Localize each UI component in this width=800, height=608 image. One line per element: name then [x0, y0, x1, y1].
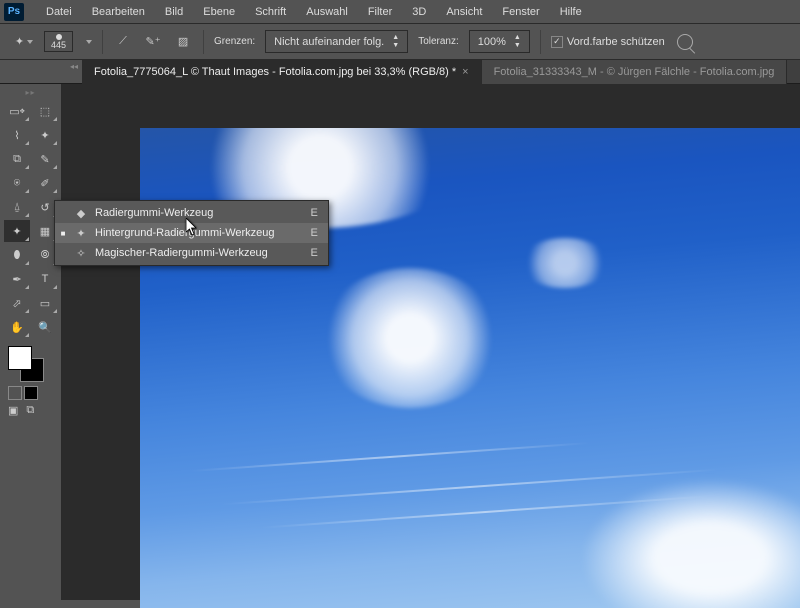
menu-bild[interactable]: Bild	[155, 0, 193, 24]
bg-eraser-icon: ✦	[73, 227, 89, 240]
divider	[540, 30, 541, 54]
divider	[102, 30, 103, 54]
menu-filter[interactable]: Filter	[358, 0, 402, 24]
limits-select[interactable]: Nicht aufeinander folg. ▲▼	[265, 30, 408, 53]
brush-preset-picker[interactable]: 445	[44, 31, 73, 52]
zoom-tool[interactable]: 🔍	[32, 316, 58, 338]
tolerance-value: 100%	[478, 36, 506, 48]
menu-ansicht[interactable]: Ansicht	[436, 0, 492, 24]
document-tab-bar: ◂◂ Fotolia_7775064_L © Thaut Images - Fo…	[0, 60, 800, 84]
divider	[203, 30, 204, 54]
bullet-icon: ■	[59, 229, 67, 238]
image-content	[580, 478, 800, 608]
flyout-shortcut: E	[311, 227, 318, 239]
document-tab-active[interactable]: Fotolia_7775064_L © Thaut Images - Fotol…	[82, 60, 482, 84]
image-content	[520, 238, 610, 288]
pen-pressure-icon[interactable]	[675, 32, 695, 52]
screen-mode-icon[interactable]: ▣	[8, 404, 18, 417]
healing-brush-tool[interactable]: ⍟	[4, 172, 30, 194]
protect-label: Vord.farbe schützen	[567, 36, 665, 48]
tolerance-label: Toleranz:	[418, 36, 459, 47]
menubar: Ps Datei Bearbeiten Bild Ebene Schrift A…	[0, 0, 800, 24]
check-icon: ✓	[553, 37, 561, 46]
current-tool-icon[interactable]: ✦	[14, 32, 34, 52]
hand-tool[interactable]: ✋	[4, 316, 30, 338]
protect-foreground-checkbox[interactable]: ✓ Vord.farbe schützen	[551, 36, 665, 48]
tab-label: Fotolia_31333343_M - © Jürgen Fälchle - …	[494, 60, 775, 84]
menu-datei[interactable]: Datei	[36, 0, 82, 24]
canvas-area	[62, 84, 800, 600]
foreground-color[interactable]	[8, 346, 32, 370]
eyedropper-tool[interactable]: ✎	[32, 148, 58, 170]
menu-auswahl[interactable]: Auswahl	[296, 0, 358, 24]
tab-handle: ◂◂	[0, 60, 82, 83]
sampling-once-icon[interactable]: ✎⁺	[143, 32, 163, 52]
lasso-tool[interactable]: ⌇	[4, 124, 30, 146]
menu-fenster[interactable]: Fenster	[492, 0, 549, 24]
crop-tool[interactable]: ⧉	[4, 148, 30, 170]
toolbox: ▸▸ ▭✥ ⬚ ⌇ ✦ ⧉ ✎ ⍟ ✐ ⍙ ↺ ✦ ▦ ⬮ ⦾ ✒ T ⬀ ▭ …	[0, 84, 62, 600]
magic-eraser-icon: ✧	[73, 247, 89, 260]
quickmask-icon[interactable]	[8, 386, 22, 400]
path-select-tool[interactable]: ⬀	[4, 292, 30, 314]
type-tool[interactable]: T	[32, 268, 58, 290]
tolerance-select[interactable]: 100% ▲▼	[469, 30, 530, 53]
flyout-label: Magischer-Radiergummi-Werkzeug	[95, 247, 305, 259]
shape-tool[interactable]: ▭	[32, 292, 58, 314]
image-content	[320, 268, 500, 408]
menu-3d[interactable]: 3D	[402, 0, 436, 24]
flyout-item-magic-eraser[interactable]: ✧ Magischer-Radiergummi-Werkzeug E	[55, 243, 328, 263]
menu-bearbeiten[interactable]: Bearbeiten	[82, 0, 155, 24]
options-bar: ✦ 445 ⟋ ✎⁺ ▨ Grenzen: Nicht aufeinander …	[0, 24, 800, 60]
brush-size-value: 445	[51, 40, 66, 50]
flyout-shortcut: E	[311, 207, 318, 219]
sampling-continuous-icon[interactable]: ⟋	[113, 32, 133, 52]
color-swatches[interactable]	[0, 340, 61, 382]
mouse-cursor-icon	[186, 218, 200, 236]
close-icon[interactable]: ×	[462, 60, 468, 84]
limits-value: Nicht aufeinander folg.	[274, 36, 384, 48]
eraser-icon: ◆	[73, 207, 89, 220]
brush-dropdown-icon[interactable]	[86, 40, 92, 44]
blur-tool[interactable]: ⬮	[4, 244, 30, 266]
app-icon: Ps	[4, 3, 24, 21]
screen-mode-alt-icon[interactable]: ⧉	[26, 404, 34, 417]
menu-ebene[interactable]: Ebene	[193, 0, 245, 24]
sampling-swatch-icon[interactable]: ▨	[173, 32, 193, 52]
tab-label: Fotolia_7775064_L © Thaut Images - Fotol…	[94, 60, 456, 84]
panel-handle-icon[interactable]: ▸▸	[0, 88, 61, 98]
quickmask-alt-icon[interactable]	[24, 386, 38, 400]
flyout-shortcut: E	[311, 247, 318, 259]
move-tool[interactable]: ▭✥	[4, 100, 30, 122]
pen-tool[interactable]: ✒	[4, 268, 30, 290]
image-content	[190, 442, 589, 472]
limits-label: Grenzen:	[214, 36, 255, 47]
workspace: ▸▸ ▭✥ ⬚ ⌇ ✦ ⧉ ✎ ⍟ ✐ ⍙ ↺ ✦ ▦ ⬮ ⦾ ✒ T ⬀ ▭ …	[0, 84, 800, 600]
eraser-tool[interactable]: ✦	[4, 220, 30, 242]
magic-wand-tool[interactable]: ✦	[32, 124, 58, 146]
marquee-tool[interactable]: ⬚	[32, 100, 58, 122]
clone-stamp-tool[interactable]: ⍙	[4, 196, 30, 218]
brush-tool[interactable]: ✐	[32, 172, 58, 194]
menu-schrift[interactable]: Schrift	[245, 0, 296, 24]
document-tab-inactive[interactable]: Fotolia_31333343_M - © Jürgen Fälchle - …	[482, 60, 788, 84]
menu-hilfe[interactable]: Hilfe	[550, 0, 592, 24]
